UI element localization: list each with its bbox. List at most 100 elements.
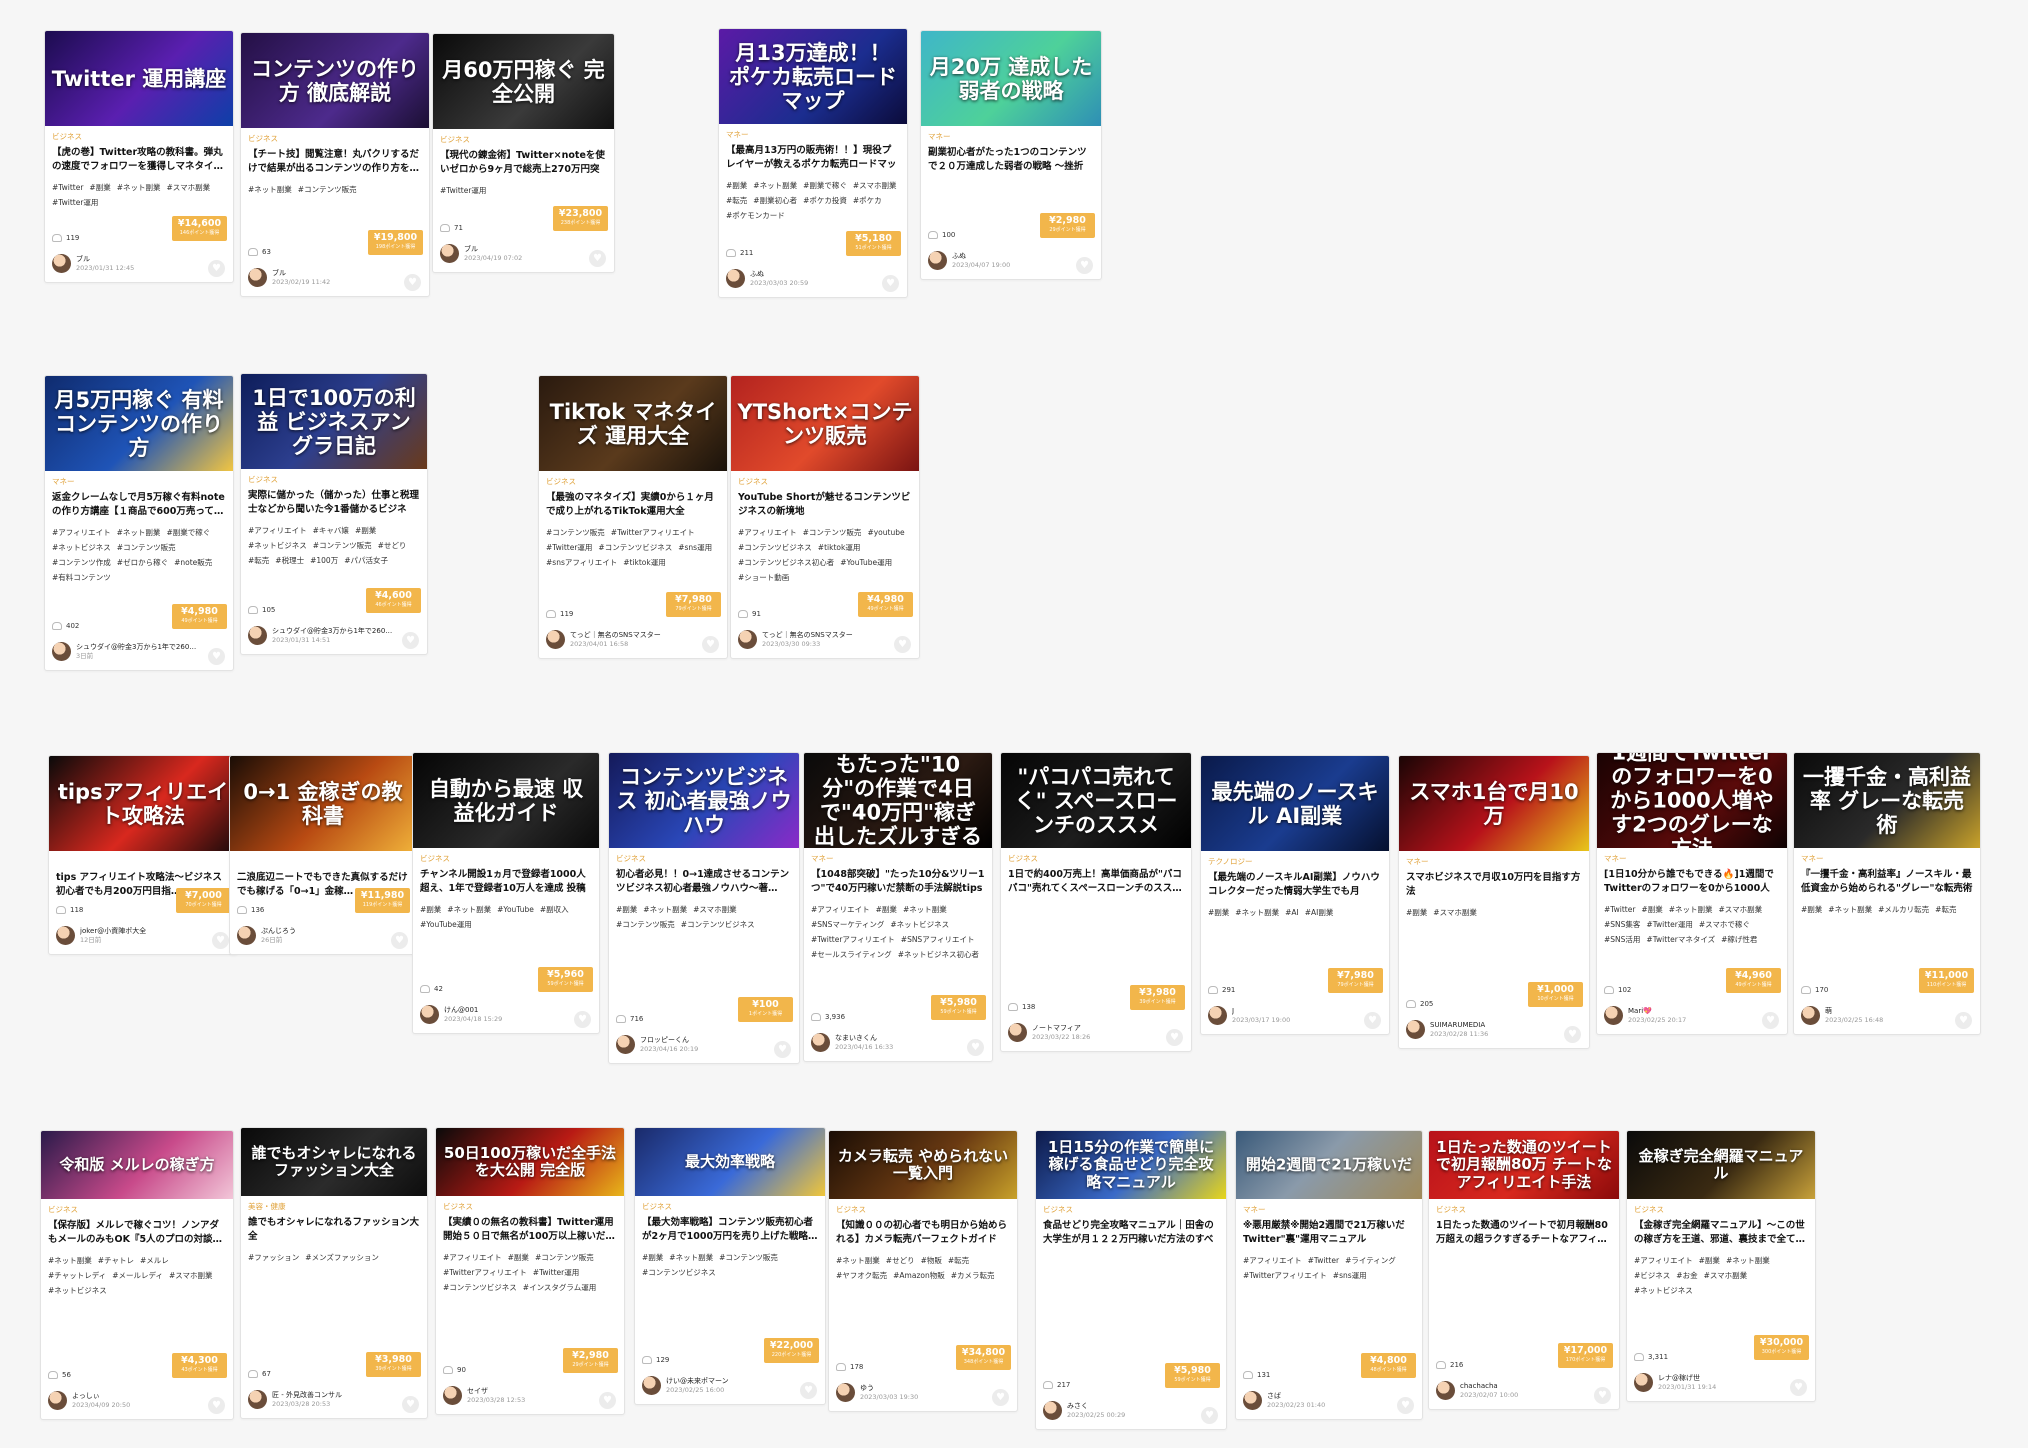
hashtag-link[interactable]: #コンテンツビジネス: [598, 541, 672, 554]
hashtag-link[interactable]: #ビジネス: [1634, 1269, 1670, 1282]
card-title[interactable]: 【最先端のノースキルAI副業】ノウハウコレクターだった情弱大学生でも月10…: [1208, 871, 1382, 899]
author-link[interactable]: ブル 2023/04/19 07:02: [440, 244, 522, 263]
thumbnail-image[interactable]: カメラ転売 やめられない一覧入門: [829, 1131, 1017, 1199]
card-title[interactable]: 返金クレームなしで月5万稼ぐ有料noteの作り方講座【１商品で600万売って…: [52, 491, 226, 519]
hashtag-link[interactable]: #ヤフオク転売: [836, 1269, 887, 1282]
content-card[interactable]: 最先端のノースキル AI副業 テクノロジー 【最先端のノースキルAI副業】ノウハウコ…: [1200, 755, 1390, 1035]
author-link[interactable]: Mari💖 2023/02/25 20:17: [1604, 1006, 1686, 1025]
hashtag-link[interactable]: #コンテンツ販売: [298, 183, 357, 196]
heart-icon[interactable]: ♥: [1397, 1397, 1414, 1414]
hashtag-link[interactable]: #コンテンツビジネス: [443, 1281, 517, 1294]
hashtag-link[interactable]: #チャットレディ: [48, 1269, 106, 1282]
hashtag-link[interactable]: #Twitter運用: [546, 541, 592, 554]
hashtag-link[interactable]: #チャトレ: [98, 1254, 134, 1267]
card-title[interactable]: 【チート技】閲覧注意！丸パクリするだけで結果が出るコンテンツの作り方を…: [248, 148, 422, 176]
hashtag-link[interactable]: #アフィリエイト: [248, 524, 307, 537]
card-title[interactable]: 【虎の巻】Twitter攻略の教科書。弾丸の速度でフォロワーを獲得しマネタイ…: [52, 146, 226, 174]
hashtag-link[interactable]: #コンテンツ販売: [616, 918, 675, 931]
card-title[interactable]: 【金稼ぎ完全網羅マニュアル】〜この世の稼ぎ方を王道、邪道、裏技まで全て…: [1634, 1219, 1808, 1247]
card-title[interactable]: 食品せどり完全攻略マニュアル｜田舎の大学生が月１２２万円稼いだ方法のすべて: [1043, 1219, 1219, 1247]
thumbnail-image[interactable]: 0→1 金稼ぎの教科書: [230, 756, 416, 851]
hashtag-link[interactable]: #セールスライティング: [811, 948, 892, 961]
hashtag-link[interactable]: #Twitterアフィリエイト: [611, 526, 695, 539]
hashtag-link[interactable]: #ネット副業: [643, 903, 687, 916]
hashtag-link[interactable]: #Twitterマネタイズ: [1646, 933, 1715, 946]
hashtag-link[interactable]: #sns運用: [678, 541, 712, 554]
hashtag-link[interactable]: #副業: [642, 1251, 663, 1264]
thumbnail-image[interactable]: スマホ1台で月10万: [1399, 756, 1589, 851]
author-link[interactable]: ブル 2023/02/19 11:42: [248, 268, 330, 287]
hashtag-link[interactable]: #アフィリエイト: [443, 1251, 502, 1264]
heart-icon[interactable]: ♥: [208, 648, 225, 665]
card-title[interactable]: 【最強のマネタイズ】実績0から１ヶ月で成り上がれるTikTok運用大全: [546, 491, 720, 519]
author-link[interactable]: セイザ 2023/03/28 12:53: [443, 1386, 525, 1405]
thumbnail-image[interactable]: 50日100万稼いだ全手法を大公開 完全版: [436, 1128, 624, 1196]
hashtag-link[interactable]: #副業で稼ぐ: [803, 179, 847, 192]
author-link[interactable]: てっど｜無名のSNSマスター 2023/03/30 09:33: [738, 630, 853, 649]
card-title[interactable]: [1日10分から誰でもできる🔥]1週間でTwitterのフォロワーを0から100…: [1604, 868, 1780, 896]
content-card[interactable]: 誰でもオシャレになれる ファッション大全 美容・健康 誰でもオシャレになれるファッシ…: [240, 1127, 428, 1419]
author-link[interactable]: ゆう 2023/03/03 19:30: [836, 1383, 918, 1402]
hashtag-link[interactable]: #副業: [1699, 1254, 1720, 1267]
card-title[interactable]: 1日で約400万売上！高単価商品が"パコパコ"売れてくスペースローンチのスス…: [1008, 868, 1184, 896]
thumbnail-image[interactable]: 月5万円稼ぐ 有料コンテンツの作り方: [45, 376, 233, 471]
heart-icon[interactable]: ♥: [894, 636, 911, 653]
hashtag-link[interactable]: #コンテンツ作成: [52, 556, 111, 569]
hashtag-link[interactable]: #副業初心者: [753, 194, 797, 207]
hashtag-link[interactable]: #ネットビジネス: [52, 541, 111, 554]
hashtag-link[interactable]: #SNSアフィリエイト: [901, 933, 975, 946]
hashtag-link[interactable]: #ショート動画: [738, 571, 789, 584]
hashtag-link[interactable]: #SNSマーケティング: [811, 918, 884, 931]
hashtag-link[interactable]: #スマホ副業: [167, 181, 211, 194]
thumbnail-image[interactable]: 1日15分の作業で簡単に稼げる食品せどり完全攻略マニュアル: [1036, 1131, 1226, 1199]
hashtag-link[interactable]: #副業: [616, 903, 637, 916]
hashtag-link[interactable]: #Twitter運用: [1646, 918, 1692, 931]
hashtag-link[interactable]: #転売: [1935, 903, 1956, 916]
card-title[interactable]: 実際に儲かった（儲かった）仕事と税理士などから聞いた今1番儲かるビジネス…: [248, 489, 420, 517]
hashtag-link[interactable]: #ネットビジネス: [1634, 1284, 1693, 1297]
heart-icon[interactable]: ♥: [1364, 1012, 1381, 1029]
hashtag-link[interactable]: #Twitter運用: [440, 184, 486, 197]
hashtag-link[interactable]: #ネット副業: [48, 1254, 92, 1267]
thumbnail-image[interactable]: 一攫千金・高利益率 グレーな転売術: [1794, 753, 1980, 848]
hashtag-link[interactable]: #副業: [355, 524, 376, 537]
hashtag-link[interactable]: #スマホ副業: [1433, 906, 1477, 919]
hashtag-link[interactable]: #YouTube: [497, 903, 534, 916]
hashtag-link[interactable]: #ネット副業: [117, 181, 161, 194]
author-link[interactable]: レナ@稼げ世 2023/01/31 19:14: [1634, 1373, 1716, 1392]
hashtag-link[interactable]: #副業: [1801, 903, 1822, 916]
content-card[interactable]: カメラ転売 やめられない一覧入門 ビジネス 【知識００の初心者でも明日から始められる…: [828, 1130, 1018, 1412]
hashtag-link[interactable]: #スマホで稼ぐ: [1699, 918, 1750, 931]
content-card[interactable]: 1日15分の作業で簡単に稼げる食品せどり完全攻略マニュアル ビジネス 食品せどり完全…: [1035, 1130, 1227, 1430]
author-link[interactable]: さば 2023/02/23 01:40: [1243, 1391, 1325, 1410]
content-card[interactable]: 1日たった数通のツイートで初月報酬80万 チートなアフィリエイト手法 ビジネス 1日…: [1428, 1130, 1620, 1410]
heart-icon[interactable]: ♥: [1201, 1407, 1218, 1424]
heart-icon[interactable]: ♥: [702, 636, 719, 653]
card-title[interactable]: 【最高月13万円の販売術！！】現役プレイヤーが教えるポケカ転売ロードマップ: [726, 144, 900, 172]
thumbnail-image[interactable]: Twitter 運用講座: [45, 31, 233, 126]
hashtag-link[interactable]: #アフィリエイト: [811, 903, 870, 916]
content-card[interactable]: 月20万 達成した弱者の戦略 マネー 副業初心者がたった1つのコンテンツで２０万達成…: [920, 30, 1102, 280]
heart-icon[interactable]: ♥: [992, 1389, 1009, 1406]
hashtag-link[interactable]: #ネット副業: [1235, 906, 1279, 919]
card-title[interactable]: 【実績０の無名の教科書】Twitter運用開始５０日で無名が100万以上稼いだ…: [443, 1216, 617, 1244]
hashtag-link[interactable]: #SNS集客: [1604, 918, 1640, 931]
hashtag-link[interactable]: #副業で稼ぐ: [166, 526, 210, 539]
thumbnail-image[interactable]: 月20万 達成した弱者の戦略: [921, 31, 1101, 126]
hashtag-link[interactable]: #YouTube運用: [420, 918, 472, 931]
author-link[interactable]: ノートマフィア 2023/03/22 18:26: [1008, 1023, 1090, 1042]
hashtag-link[interactable]: #スマホ副業: [1719, 903, 1763, 916]
heart-icon[interactable]: ♥: [882, 275, 899, 292]
hashtag-link[interactable]: #ネットビジネス: [48, 1284, 107, 1297]
hashtag-link[interactable]: #副業: [420, 903, 441, 916]
heart-icon[interactable]: ♥: [589, 250, 606, 267]
hashtag-link[interactable]: #ネット副業: [903, 903, 947, 916]
hashtag-link[interactable]: #せどり: [378, 539, 407, 552]
heart-icon[interactable]: ♥: [1594, 1387, 1611, 1404]
heart-icon[interactable]: ♥: [212, 932, 229, 949]
thumbnail-image[interactable]: YTShort×コンテンツ販売: [731, 376, 919, 471]
content-card[interactable]: コンテンツビジネス 初心者最強ノウハウ ビジネス 初心者必見！！0→1達成させるコン…: [608, 752, 800, 1064]
hashtag-link[interactable]: #YouTube運用: [840, 556, 892, 569]
author-link[interactable]: みさく 2023/02/25 00:29: [1043, 1401, 1125, 1420]
hashtag-link[interactable]: #ポケモンカード: [726, 209, 785, 222]
